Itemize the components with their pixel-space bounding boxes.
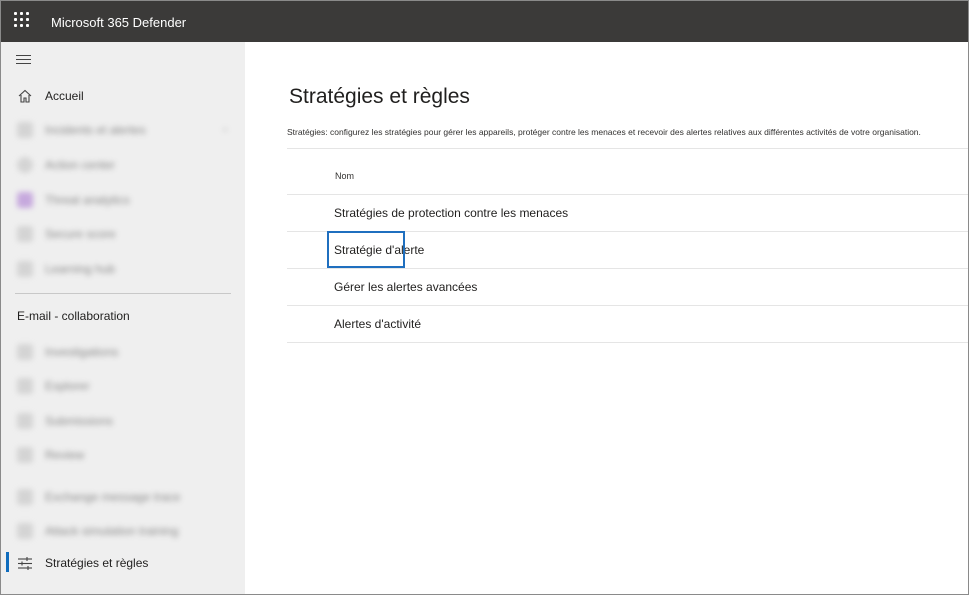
sidebar-item-label: Secure score <box>45 227 116 241</box>
sidebar-item-label: Incidents et alertes <box>45 123 146 137</box>
sidebar-item-home[interactable]: Accueil <box>1 82 245 110</box>
review-icon <box>17 447 33 463</box>
incidents-icon <box>17 122 33 138</box>
highlight-callout-box <box>327 231 405 268</box>
sidebar-item-label: Stratégies et règles <box>45 556 149 570</box>
top-header-bar: Microsoft 365 Defender <box>1 1 968 42</box>
sidebar-item-attack-simulation[interactable]: Attack simulation training <box>1 517 245 545</box>
chevron-down-icon[interactable]: ⌄ <box>221 123 229 134</box>
attack-sim-icon <box>17 523 33 539</box>
hamburger-icon[interactable] <box>16 54 31 66</box>
sidebar-item-incidents[interactable]: Incidents et alertes ⌄ <box>1 116 245 144</box>
explorer-icon <box>17 378 33 394</box>
main-content: Stratégies et règles Stratégies: configu… <box>245 42 968 594</box>
sidebar-item-label: Review <box>45 448 85 462</box>
app-window: Microsoft 365 Defender Accueil Incidents… <box>0 0 969 595</box>
sidebar-item-label: Investigations <box>45 345 119 359</box>
sidebar-item-label: Exchange message trace <box>45 490 181 504</box>
section-divider <box>15 293 231 294</box>
app-title[interactable]: Microsoft 365 Defender <box>51 15 186 30</box>
sidebar-item-label: Threat analytics <box>45 193 130 207</box>
divider <box>287 148 968 149</box>
sidebar-item-secure-score[interactable]: Secure score <box>1 220 245 248</box>
threat-icon <box>17 192 33 208</box>
score-icon <box>17 226 33 242</box>
page-title: Stratégies et règles <box>289 85 470 108</box>
column-header-name[interactable]: Nom <box>335 171 354 181</box>
list-item-label: Stratégies de protection contre les mena… <box>334 206 569 220</box>
sidebar-item-label: Explorer <box>45 379 90 393</box>
list-item-advanced-alerts[interactable]: Gérer les alertes avancées <box>287 269 968 305</box>
sidebar-item-label: Accueil <box>45 89 84 103</box>
sidebar-item-policies-rules[interactable]: Stratégies et règles <box>1 549 245 577</box>
sidebar-item-message-trace[interactable]: Exchange message trace <box>1 483 245 511</box>
list-item-label: Alertes d'activité <box>334 317 421 331</box>
divider <box>287 342 968 343</box>
sidebar-item-label: Action center <box>45 158 116 172</box>
list-item-label: Gérer les alertes avancées <box>334 280 478 294</box>
sidebar-item-label: Learning hub <box>45 262 116 276</box>
investigations-icon <box>17 344 33 360</box>
learning-icon <box>17 261 33 277</box>
sidebar-item-submissions[interactable]: Submissions <box>1 407 245 435</box>
sidebar-item-threat-analytics[interactable]: Threat analytics <box>1 186 245 214</box>
sidebar-item-explorer[interactable]: Explorer <box>1 372 245 400</box>
list-item-threat-protection-policies[interactable]: Stratégies de protection contre les mena… <box>287 195 968 231</box>
sidebar-item-learning-hub[interactable]: Learning hub <box>1 255 245 283</box>
sidebar-item-investigations[interactable]: Investigations <box>1 338 245 366</box>
sidebar-nav: Accueil Incidents et alertes ⌄ Action ce… <box>1 42 245 594</box>
sidebar-item-label: Attack simulation training <box>45 524 179 538</box>
action-icon <box>17 157 33 173</box>
app-launcher-icon[interactable] <box>14 12 30 28</box>
page-description: Stratégies: configurez les stratégies po… <box>287 127 921 137</box>
message-trace-icon <box>17 489 33 505</box>
policies-sliders-icon <box>18 557 32 570</box>
submissions-icon <box>17 413 33 429</box>
sidebar-item-review[interactable]: Review <box>1 441 245 469</box>
home-icon <box>18 89 32 103</box>
section-label-email-collaboration[interactable]: E-mail - collaboration <box>17 309 130 323</box>
sidebar-item-label: Submissions <box>45 414 114 428</box>
sidebar-item-action-center[interactable]: Action center <box>1 151 245 179</box>
list-item-activity-alerts[interactable]: Alertes d'activité <box>287 306 968 342</box>
